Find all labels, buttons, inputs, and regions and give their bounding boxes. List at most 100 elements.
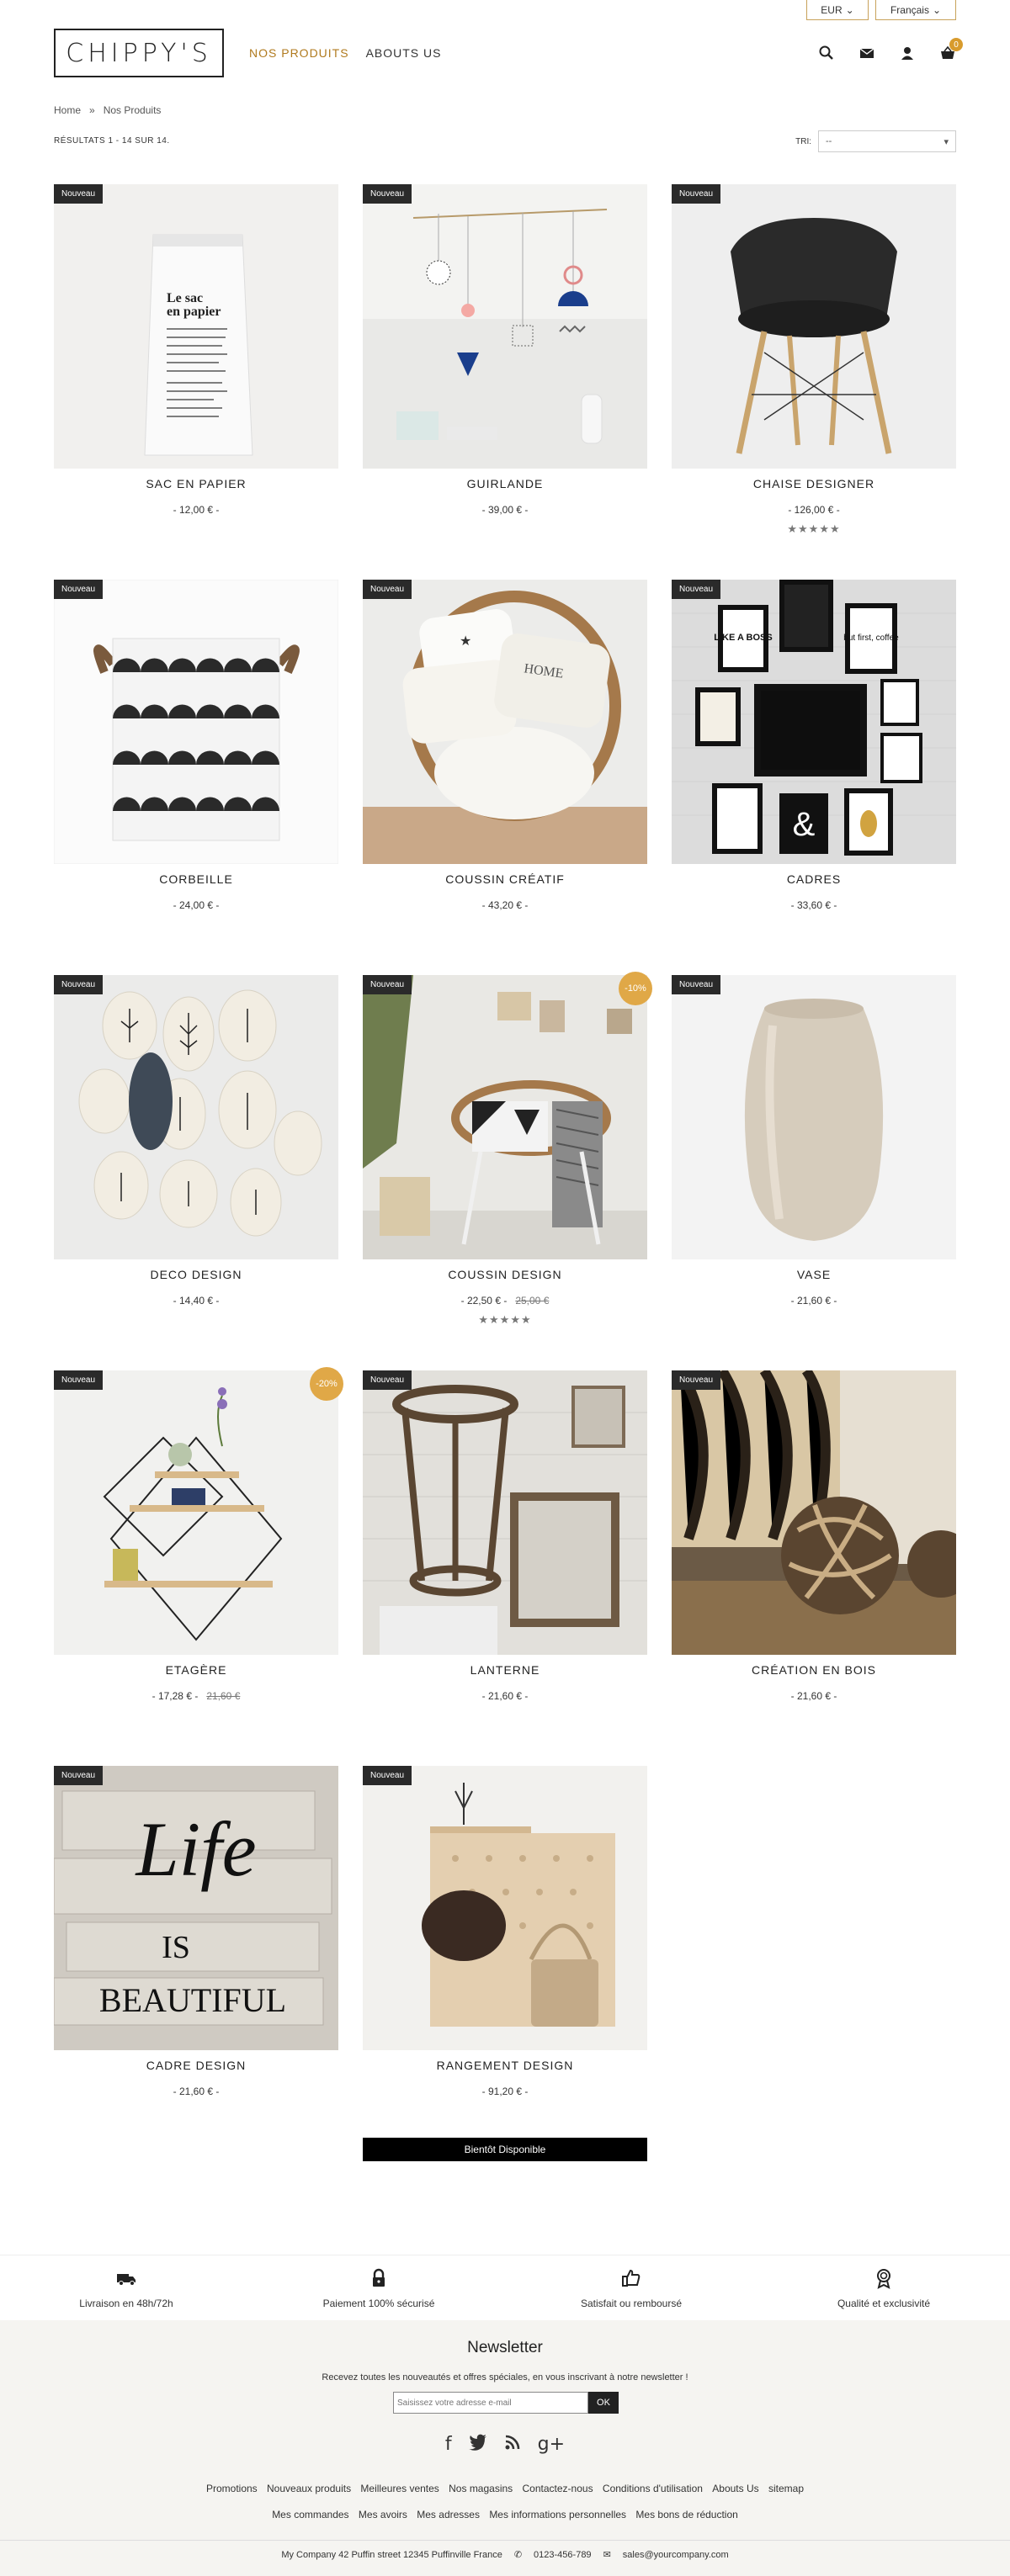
- discount-badge: -20%: [310, 1367, 343, 1401]
- current-price: - 21,60 € -: [790, 1295, 837, 1307]
- mail-icon[interactable]: [858, 45, 875, 61]
- frame-print-coffee: but first, coffee: [843, 633, 899, 643]
- reassurance-label: Qualité et exclusivité: [837, 2298, 931, 2309]
- product-name[interactable]: SAC EN PAPIER: [54, 477, 338, 490]
- chevron-down-icon: ⌄: [845, 3, 854, 16]
- product-card[interactable]: Nouveau -10% COUSSIN DESIGN - 22,50 € - 2…: [363, 972, 652, 1370]
- currency-value: EUR: [821, 3, 843, 16]
- twitter-icon[interactable]: [468, 2434, 487, 2456]
- sign-print-beautiful: BEAUTIFUL: [99, 1981, 286, 2019]
- product-card[interactable]: HOME ★ Nouveau COUSSIN CRÉATIF - 43,20 € …: [363, 580, 647, 975]
- product-image[interactable]: [363, 975, 647, 1259]
- product-name[interactable]: COUSSIN DESIGN: [363, 1268, 647, 1281]
- footer-link[interactable]: Conditions d'utilisation: [603, 2483, 703, 2494]
- footer-link[interactable]: Mes bons de réduction: [635, 2509, 737, 2520]
- footer-link[interactable]: Mes commandes: [272, 2509, 348, 2520]
- phone-number[interactable]: 0123-456-789: [534, 2550, 592, 2560]
- new-badge: Nouveau: [672, 580, 721, 599]
- product-name[interactable]: CHAISE DESIGNER: [672, 477, 956, 490]
- product-image[interactable]: [672, 975, 956, 1259]
- product-price: - 21,60 € -: [363, 1690, 647, 1702]
- newsletter-email-input[interactable]: [393, 2392, 588, 2414]
- site-logo[interactable]: CHIPPY'S: [54, 29, 224, 77]
- product-name[interactable]: CRÉATION EN BOIS: [672, 1663, 956, 1677]
- results-count: RÉSULTATS 1 - 14 SUR 14.: [54, 136, 170, 146]
- product-price: - 126,00 € -: [672, 504, 956, 516]
- rss-icon[interactable]: [504, 2434, 521, 2456]
- footer-link[interactable]: Mes informations personnelles: [489, 2509, 626, 2520]
- product-name[interactable]: CADRE DESIGN: [54, 2059, 338, 2072]
- product-card[interactable]: Nouveau VASE - 21,60 € -: [672, 975, 956, 1370]
- sign-print-life: Life: [134, 1806, 256, 1892]
- product-card[interactable]: LIKE A BOSS but first, coffee & Nouveau CA…: [672, 580, 956, 975]
- product-image[interactable]: [363, 184, 647, 469]
- product-image[interactable]: [363, 1766, 647, 2050]
- breadcrumb-home[interactable]: Home: [54, 104, 81, 116]
- social-links: f g+: [0, 2434, 1010, 2456]
- google-plus-icon[interactable]: g+: [538, 2434, 565, 2456]
- product-name[interactable]: LANTERNE: [363, 1663, 647, 1677]
- product-card[interactable]: Nouveau CORBEILLE - 24,00 € -: [54, 580, 338, 975]
- product-card[interactable]: Nouveau GUIRLANDE - 39,00 € -: [363, 184, 647, 580]
- product-grid: Le sac en papier Nouveau SAC EN PAPIER - …: [54, 184, 956, 2161]
- footer-link[interactable]: Nos magasins: [449, 2483, 513, 2494]
- facebook-icon[interactable]: f: [445, 2434, 452, 2456]
- footer-link[interactable]: Meilleures ventes: [360, 2483, 439, 2494]
- product-image[interactable]: [363, 1370, 647, 1655]
- product-name[interactable]: CORBEILLE: [54, 872, 338, 886]
- product-card[interactable]: Nouveau LANTERNE - 21,60 € -: [363, 1370, 647, 1766]
- search-icon[interactable]: [818, 45, 835, 61]
- product-name[interactable]: ETAGÈRE: [54, 1663, 338, 1677]
- product-image[interactable]: HOME ★: [363, 580, 647, 864]
- breadcrumb-current: Nos Produits: [103, 104, 162, 116]
- product-name[interactable]: CADRES: [672, 872, 956, 886]
- product-name[interactable]: RANGEMENT DESIGN: [363, 2059, 647, 2072]
- old-price: 25,00 €: [515, 1295, 550, 1307]
- product-name[interactable]: COUSSIN CRÉATIF: [363, 872, 647, 886]
- user-icon[interactable]: [899, 45, 916, 61]
- footer-link[interactable]: Abouts Us: [712, 2483, 758, 2494]
- product-image[interactable]: LIKE A BOSS but first, coffee &: [672, 580, 956, 864]
- product-card[interactable]: Nouveau Bientôt Disponible RANGEMENT DES…: [363, 1766, 647, 2161]
- sort-select[interactable]: -- ▾: [818, 130, 956, 152]
- product-image[interactable]: [54, 1370, 338, 1655]
- truck-icon: [0, 2267, 252, 2289]
- footer-link[interactable]: Contactez-nous: [523, 2483, 593, 2494]
- product-price: - 12,00 € -: [54, 504, 338, 516]
- cart-icon[interactable]: 0: [939, 38, 963, 61]
- currency-select[interactable]: EUR ⌄: [806, 0, 869, 20]
- new-badge: Nouveau: [672, 1370, 721, 1390]
- email-address[interactable]: sales@yourcompany.com: [623, 2550, 729, 2560]
- product-card[interactable]: Life IS BEAUTIFUL Nouveau CADRE DESIGN - 2…: [54, 1766, 338, 2161]
- product-image[interactable]: Life IS BEAUTIFUL: [54, 1766, 338, 2050]
- product-name[interactable]: GUIRLANDE: [363, 477, 647, 490]
- product-card[interactable]: Nouveau CRÉATION EN BOIS - 21,60 € -: [672, 1370, 956, 1766]
- product-image[interactable]: [54, 975, 338, 1259]
- current-price: - 21,60 € -: [481, 1690, 529, 1702]
- footer-link[interactable]: Mes adresses: [417, 2509, 480, 2520]
- product-price: - 33,60 € -: [672, 899, 956, 911]
- product-image[interactable]: [54, 580, 338, 864]
- product-name[interactable]: VASE: [672, 1268, 956, 1281]
- product-card[interactable]: Nouveau CHAISE DESIGNER - 126,00 € - ★★★…: [672, 184, 956, 580]
- product-card[interactable]: Nouveau DECO DESIGN - 14,40 € -: [54, 975, 338, 1370]
- product-image[interactable]: [672, 184, 956, 469]
- footer-link[interactable]: Promotions: [206, 2483, 258, 2494]
- new-badge: Nouveau: [672, 975, 721, 994]
- product-name[interactable]: DECO DESIGN: [54, 1268, 338, 1281]
- product-image[interactable]: Le sac en papier: [54, 184, 338, 469]
- new-badge: Nouveau: [363, 184, 412, 204]
- product-price: - 91,20 € -: [363, 2086, 647, 2097]
- footer-link[interactable]: Nouveaux produits: [267, 2483, 351, 2494]
- language-select[interactable]: Français ⌄: [875, 0, 956, 20]
- product-image[interactable]: [672, 1370, 956, 1655]
- footer-link[interactable]: Mes avoirs: [359, 2509, 407, 2520]
- nav-abouts-us[interactable]: ABOUTS US: [366, 46, 442, 60]
- reassurance-label: Satisfait ou remboursé: [580, 2298, 683, 2309]
- nav-nos-produits[interactable]: NOS PRODUITS: [249, 46, 349, 60]
- footer-link[interactable]: sitemap: [768, 2483, 804, 2494]
- footer-links-account: Mes commandes Mes avoirs Mes adresses Me…: [0, 2509, 1010, 2520]
- product-card[interactable]: Nouveau -20% ETAGÈRE - 17,28 € - 21,60 €: [54, 1367, 343, 1766]
- product-card[interactable]: Le sac en papier Nouveau SAC EN PAPIER - …: [54, 184, 338, 580]
- newsletter-submit-button[interactable]: OK: [588, 2392, 619, 2414]
